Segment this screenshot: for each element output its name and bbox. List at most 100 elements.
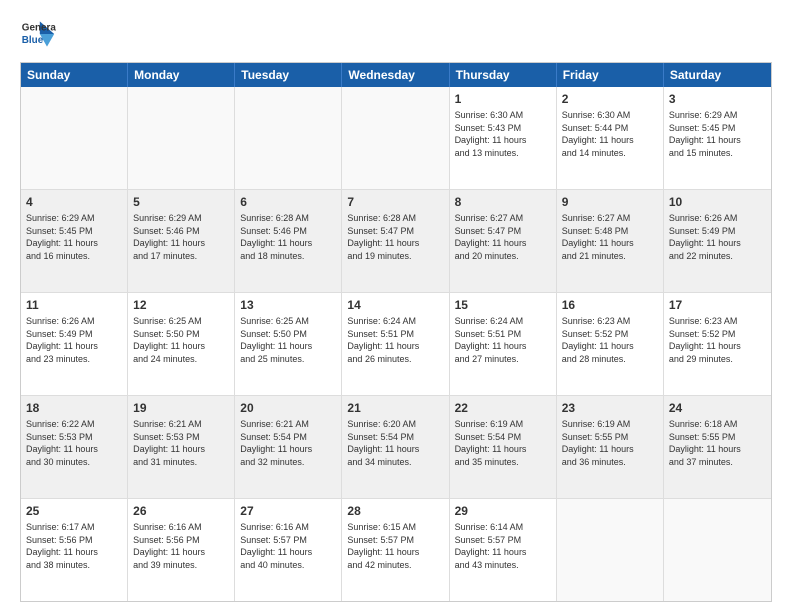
day-info: Sunrise: 6:29 AM Sunset: 5:46 PM Dayligh… — [133, 212, 229, 262]
logo: General Blue — [20, 16, 56, 52]
calendar-cell: 25 Sunrise: 6:17 AM Sunset: 5:56 PM Dayli… — [21, 499, 128, 601]
calendar-cell: 20 Sunrise: 6:21 AM Sunset: 5:54 PM Dayli… — [235, 396, 342, 498]
day-number: 15 — [455, 297, 551, 313]
day-info: Sunrise: 6:28 AM Sunset: 5:47 PM Dayligh… — [347, 212, 443, 262]
calendar-cell: 3 Sunrise: 6:29 AM Sunset: 5:45 PM Daylig… — [664, 87, 771, 189]
svg-text:General: General — [22, 22, 56, 33]
day-number: 9 — [562, 194, 658, 210]
day-number: 27 — [240, 503, 336, 519]
day-number: 20 — [240, 400, 336, 416]
day-number: 3 — [669, 91, 766, 107]
day-info: Sunrise: 6:27 AM Sunset: 5:48 PM Dayligh… — [562, 212, 658, 262]
day-info: Sunrise: 6:16 AM Sunset: 5:57 PM Dayligh… — [240, 521, 336, 571]
header-friday: Friday — [557, 63, 664, 87]
day-info: Sunrise: 6:20 AM Sunset: 5:54 PM Dayligh… — [347, 418, 443, 468]
header: General Blue — [20, 16, 772, 52]
calendar-cell: 9 Sunrise: 6:27 AM Sunset: 5:48 PM Daylig… — [557, 190, 664, 292]
calendar-cell — [128, 87, 235, 189]
day-info: Sunrise: 6:15 AM Sunset: 5:57 PM Dayligh… — [347, 521, 443, 571]
day-number: 4 — [26, 194, 122, 210]
header-sunday: Sunday — [21, 63, 128, 87]
day-info: Sunrise: 6:25 AM Sunset: 5:50 PM Dayligh… — [133, 315, 229, 365]
calendar-cell — [235, 87, 342, 189]
day-info: Sunrise: 6:29 AM Sunset: 5:45 PM Dayligh… — [669, 109, 766, 159]
calendar-cell: 19Sunrise: 6:21 AM Sunset: 5:53 PM Dayli… — [128, 396, 235, 498]
day-number: 21 — [347, 400, 443, 416]
day-number: 2 — [562, 91, 658, 107]
day-number: 13 — [240, 297, 336, 313]
calendar-row-2: 4 Sunrise: 6:29 AM Sunset: 5:45 PM Daylig… — [21, 190, 771, 293]
calendar-cell — [21, 87, 128, 189]
calendar-cell: 12 Sunrise: 6:25 AM Sunset: 5:50 PM Dayli… — [128, 293, 235, 395]
calendar-cell: 6 Sunrise: 6:28 AM Sunset: 5:46 PM Daylig… — [235, 190, 342, 292]
day-info: Sunrise: 6:22 AM Sunset: 5:53 PM Dayligh… — [26, 418, 122, 468]
day-number: 16 — [562, 297, 658, 313]
calendar-cell: 15 Sunrise: 6:24 AM Sunset: 5:51 PM Dayli… — [450, 293, 557, 395]
calendar-cell: 22 Sunrise: 6:19 AM Sunset: 5:54 PM Dayli… — [450, 396, 557, 498]
calendar-cell: 10Sunrise: 6:26 AM Sunset: 5:49 PM Dayli… — [664, 190, 771, 292]
header-tuesday: Tuesday — [235, 63, 342, 87]
day-info: Sunrise: 6:30 AM Sunset: 5:44 PM Dayligh… — [562, 109, 658, 159]
calendar-cell: 28 Sunrise: 6:15 AM Sunset: 5:57 PM Dayli… — [342, 499, 449, 601]
header-wednesday: Wednesday — [342, 63, 449, 87]
calendar-cell: 18 Sunrise: 6:22 AM Sunset: 5:53 PM Dayli… — [21, 396, 128, 498]
day-info: Sunrise: 6:16 AM Sunset: 5:56 PM Dayligh… — [133, 521, 229, 571]
day-number: 14 — [347, 297, 443, 313]
header-monday: Monday — [128, 63, 235, 87]
day-number: 11 — [26, 297, 122, 313]
day-info: Sunrise: 6:21 AM Sunset: 5:54 PM Dayligh… — [240, 418, 336, 468]
day-number: 17 — [669, 297, 766, 313]
calendar-cell: 2 Sunrise: 6:30 AM Sunset: 5:44 PM Daylig… — [557, 87, 664, 189]
day-number: 10 — [669, 194, 766, 210]
day-info: Sunrise: 6:24 AM Sunset: 5:51 PM Dayligh… — [347, 315, 443, 365]
day-number: 12 — [133, 297, 229, 313]
calendar-cell: 23Sunrise: 6:19 AM Sunset: 5:55 PM Dayli… — [557, 396, 664, 498]
day-number: 18 — [26, 400, 122, 416]
header-saturday: Saturday — [664, 63, 771, 87]
day-number: 1 — [455, 91, 551, 107]
calendar-cell: 17 Sunrise: 6:23 AM Sunset: 5:52 PM Dayli… — [664, 293, 771, 395]
calendar-cell — [664, 499, 771, 601]
day-info: Sunrise: 6:21 AM Sunset: 5:53 PM Dayligh… — [133, 418, 229, 468]
header-thursday: Thursday — [450, 63, 557, 87]
calendar-cell: 7 Sunrise: 6:28 AM Sunset: 5:47 PM Daylig… — [342, 190, 449, 292]
day-info: Sunrise: 6:23 AM Sunset: 5:52 PM Dayligh… — [562, 315, 658, 365]
day-info: Sunrise: 6:19 AM Sunset: 5:55 PM Dayligh… — [562, 418, 658, 468]
day-number: 8 — [455, 194, 551, 210]
day-number: 22 — [455, 400, 551, 416]
calendar-cell: 26 Sunrise: 6:16 AM Sunset: 5:56 PM Dayli… — [128, 499, 235, 601]
day-number: 28 — [347, 503, 443, 519]
calendar-cell: 29Sunrise: 6:14 AM Sunset: 5:57 PM Dayli… — [450, 499, 557, 601]
calendar-cell: 8 Sunrise: 6:27 AM Sunset: 5:47 PM Daylig… — [450, 190, 557, 292]
calendar-cell: 1 Sunrise: 6:30 AM Sunset: 5:43 PM Daylig… — [450, 87, 557, 189]
calendar: Sunday Monday Tuesday Wednesday Thursday… — [20, 62, 772, 602]
logo-icon: General Blue — [20, 16, 56, 52]
day-info: Sunrise: 6:17 AM Sunset: 5:56 PM Dayligh… — [26, 521, 122, 571]
day-number: 5 — [133, 194, 229, 210]
day-number: 6 — [240, 194, 336, 210]
day-number: 25 — [26, 503, 122, 519]
day-info: Sunrise: 6:19 AM Sunset: 5:54 PM Dayligh… — [455, 418, 551, 468]
calendar-row-1: 1 Sunrise: 6:30 AM Sunset: 5:43 PM Daylig… — [21, 87, 771, 190]
day-info: Sunrise: 6:29 AM Sunset: 5:45 PM Dayligh… — [26, 212, 122, 262]
calendar-cell: 21 Sunrise: 6:20 AM Sunset: 5:54 PM Dayli… — [342, 396, 449, 498]
day-info: Sunrise: 6:23 AM Sunset: 5:52 PM Dayligh… — [669, 315, 766, 365]
calendar-cell: 4 Sunrise: 6:29 AM Sunset: 5:45 PM Daylig… — [21, 190, 128, 292]
day-number: 7 — [347, 194, 443, 210]
calendar-cell: 14 Sunrise: 6:24 AM Sunset: 5:51 PM Dayli… — [342, 293, 449, 395]
calendar-row-5: 25 Sunrise: 6:17 AM Sunset: 5:56 PM Dayli… — [21, 499, 771, 601]
day-number: 24 — [669, 400, 766, 416]
day-info: Sunrise: 6:30 AM Sunset: 5:43 PM Dayligh… — [455, 109, 551, 159]
day-number: 29 — [455, 503, 551, 519]
calendar-row-4: 18 Sunrise: 6:22 AM Sunset: 5:53 PM Dayli… — [21, 396, 771, 499]
page: General Blue Sunday Monday Tuesday Wedne… — [0, 0, 792, 612]
day-info: Sunrise: 6:25 AM Sunset: 5:50 PM Dayligh… — [240, 315, 336, 365]
calendar-cell — [342, 87, 449, 189]
day-info: Sunrise: 6:28 AM Sunset: 5:46 PM Dayligh… — [240, 212, 336, 262]
calendar-cell — [557, 499, 664, 601]
day-info: Sunrise: 6:24 AM Sunset: 5:51 PM Dayligh… — [455, 315, 551, 365]
calendar-cell: 13 Sunrise: 6:25 AM Sunset: 5:50 PM Dayli… — [235, 293, 342, 395]
day-number: 26 — [133, 503, 229, 519]
calendar-body: 1 Sunrise: 6:30 AM Sunset: 5:43 PM Daylig… — [21, 87, 771, 601]
day-info: Sunrise: 6:27 AM Sunset: 5:47 PM Dayligh… — [455, 212, 551, 262]
